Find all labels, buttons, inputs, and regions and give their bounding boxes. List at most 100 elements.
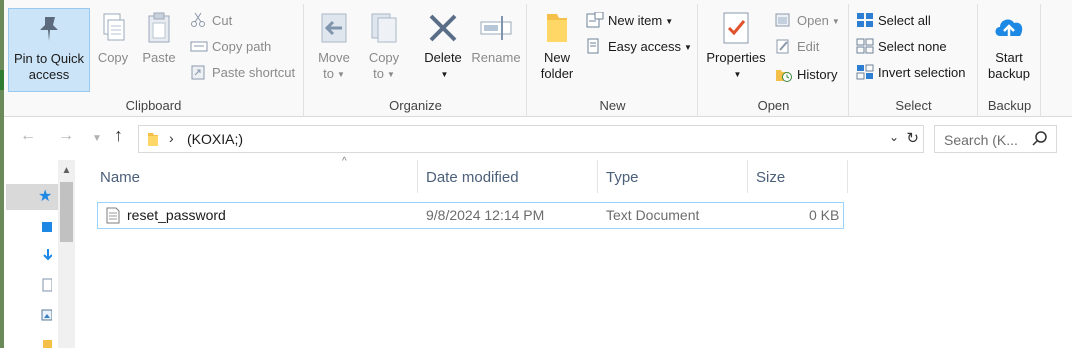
copy-to-caret-icon: ▼: [386, 70, 395, 79]
file-list-header: ^ Name Date modified Type Size: [92, 156, 852, 193]
back-arrow-icon[interactable]: ←: [20, 127, 36, 145]
delete-caret-icon: ▼: [440, 70, 449, 79]
history-button[interactable]: History: [775, 64, 837, 86]
scroll-up-icon[interactable]: ▲: [58, 160, 75, 182]
open-group: Properties ▼ Open ▼ Edit History Open: [699, 4, 849, 117]
move-to-label-line2: to: [323, 66, 334, 81]
move-to-label-line1: Move: [318, 50, 350, 65]
edit-button[interactable]: Edit: [775, 36, 819, 58]
downloads-arrow-icon[interactable]: [40, 248, 52, 262]
new-item-label: New item: [608, 13, 663, 28]
column-header-size[interactable]: Size: [748, 160, 848, 193]
new-folder-button[interactable]: New folder: [534, 8, 580, 92]
copy-path-button[interactable]: Copy path: [190, 36, 271, 58]
column-header-name[interactable]: Name: [92, 160, 418, 193]
delete-x-icon: [429, 14, 457, 42]
open-group-label: Open: [757, 98, 790, 113]
delete-button[interactable]: Delete ▼: [419, 8, 467, 92]
new-group: New folder New item ▼ Easy access ▼ New: [528, 4, 698, 117]
file-name[interactable]: reset_password: [127, 203, 226, 228]
column-header-type[interactable]: Type: [598, 160, 748, 193]
copy-label: Copy: [97, 50, 129, 65]
file-size: 0 KB: [809, 207, 840, 223]
open-label: Open: [797, 13, 829, 28]
properties-checklist-icon: [723, 12, 749, 44]
edit-label: Edit: [797, 39, 820, 54]
desktop-folder-icon[interactable]: [40, 220, 52, 234]
quick-access-star-icon: ★: [38, 188, 53, 205]
refresh-icon[interactable]: ↻: [906, 129, 919, 147]
forward-arrow-icon[interactable]: →: [58, 127, 74, 145]
folder-icon[interactable]: [40, 336, 52, 348]
address-bar[interactable]: › (KOXIA;) ⌄ ↻: [138, 125, 924, 153]
file-type: Text Document: [606, 207, 700, 223]
select-none-label: Select none: [878, 39, 947, 54]
organize-group-label: Organize: [389, 98, 442, 113]
breadcrumb-separator-icon[interactable]: ›: [169, 130, 174, 146]
properties-caret-icon: ▼: [733, 70, 742, 79]
nav-scrollbar[interactable]: ▲: [58, 160, 75, 348]
search-icon: [1032, 131, 1047, 146]
start-backup-label-line1: Start: [995, 50, 1023, 65]
documents-icon[interactable]: [40, 278, 52, 292]
new-folder-label-line2: folder: [540, 66, 574, 81]
easy-access-button[interactable]: Easy access ▼: [586, 36, 692, 58]
select-none-button[interactable]: Select none: [856, 36, 947, 58]
select-all-label: Select all: [878, 13, 931, 28]
select-group: Select all Select none Invert selection …: [850, 4, 978, 117]
cloud-upload-icon: [995, 19, 1023, 40]
column-header-date-modified[interactable]: Date modified: [418, 160, 598, 193]
select-group-label: Select: [895, 98, 932, 113]
move-to-button[interactable]: Move to ▼: [313, 8, 355, 92]
copy-to-icon: [371, 13, 397, 43]
new-item-icon: [586, 11, 604, 28]
new-item-caret-icon: ▼: [665, 17, 674, 26]
new-item-button[interactable]: New item ▼: [586, 10, 673, 32]
history-label: History: [797, 67, 838, 82]
pictures-icon[interactable]: [40, 308, 52, 322]
properties-label: Properties: [706, 50, 766, 65]
open-button[interactable]: Open ▼: [775, 10, 840, 32]
select-all-icon: [856, 12, 874, 28]
paste-label: Paste: [142, 50, 176, 65]
file-date-modified: 9/8/2024 12:14 PM: [426, 207, 545, 223]
scroll-thumb[interactable]: [60, 182, 73, 242]
ribbon: Pin to Quick access Copy Paste Cut Copy …: [4, 0, 1072, 117]
move-to-icon: [321, 13, 347, 43]
copy-to-label-line1: Copy: [368, 50, 400, 65]
rename-icon: [480, 16, 512, 40]
pin-to-quick-access-button[interactable]: Pin to Quick access: [8, 8, 90, 92]
organize-group: Move to ▼ Copy to ▼ Delete ▼ Rename Orga…: [305, 4, 527, 117]
rename-label: Rename: [471, 50, 521, 65]
properties-button[interactable]: Properties ▼: [703, 8, 769, 92]
paste-button[interactable]: Paste: [136, 8, 182, 92]
invert-selection-icon: [856, 64, 874, 80]
copy-button[interactable]: Copy: [90, 8, 136, 92]
search-box[interactable]: Search (K...: [934, 125, 1057, 153]
history-icon: [775, 66, 793, 82]
address-path[interactable]: (KOXIA;): [187, 131, 243, 147]
easy-access-icon: [586, 38, 604, 54]
rename-button[interactable]: Rename: [469, 8, 523, 92]
start-backup-button[interactable]: Start backup: [983, 8, 1035, 92]
backup-group: Start backup Backup: [979, 4, 1041, 117]
paste-shortcut-label: Paste shortcut: [212, 65, 296, 80]
select-all-button[interactable]: Select all: [856, 10, 931, 32]
nav-item-quick-access[interactable]: ★: [6, 184, 58, 210]
file-row[interactable]: reset_password 9/8/2024 12:14 PM Text Do…: [97, 202, 844, 229]
address-dropdown-icon[interactable]: ⌄: [889, 130, 899, 144]
paste-shortcut-button[interactable]: Paste shortcut: [190, 62, 295, 84]
invert-selection-button[interactable]: Invert selection: [856, 62, 965, 84]
recent-locations-chevron-icon[interactable]: ▼: [92, 133, 102, 144]
up-arrow-icon[interactable]: ↑: [114, 125, 123, 146]
easy-access-caret-icon: ▼: [683, 43, 692, 52]
select-none-icon: [856, 38, 874, 54]
cut-button[interactable]: Cut: [190, 10, 232, 32]
clipboard-group: Pin to Quick access Copy Paste Cut Copy …: [4, 4, 304, 117]
copy-to-button[interactable]: Copy to ▼: [363, 8, 405, 92]
navigation-bar: ← → ▼ ↑ › (KOXIA;) ⌄ ↻ Search (K...: [4, 117, 1072, 159]
start-backup-label-line2: backup: [988, 66, 1030, 81]
clipboard-group-label: Clipboard: [125, 98, 182, 113]
folder-icon: [547, 14, 567, 42]
copy-to-label-line2: to: [373, 66, 384, 81]
